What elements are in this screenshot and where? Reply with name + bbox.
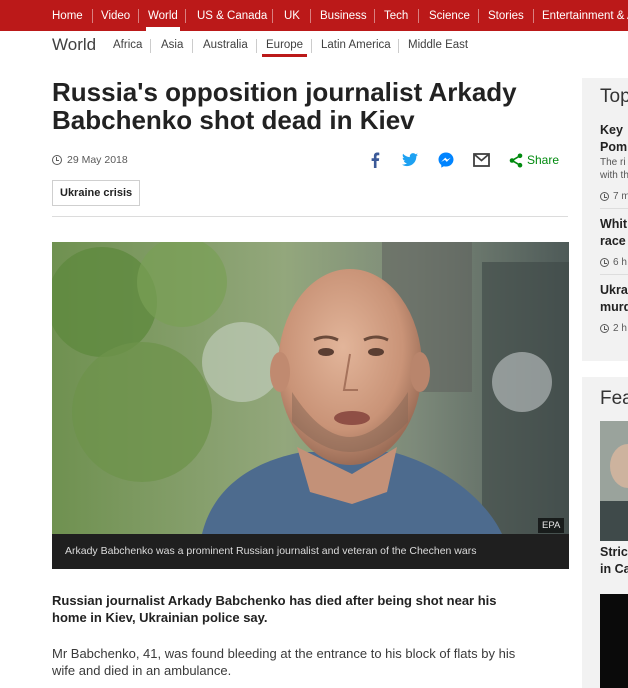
subnav-australia[interactable]: Australia — [203, 39, 248, 51]
top-stories-panel: Top Key Pom The ri with th 7 m Whit race… — [582, 78, 628, 361]
email-icon[interactable] — [472, 150, 490, 170]
feature-video-thumbnail[interactable] — [600, 594, 628, 688]
nav-divider — [185, 9, 186, 23]
article-intro: Russian journalist Arkady Babchenko has … — [52, 593, 497, 625]
section-title[interactable]: World — [52, 35, 96, 55]
story-time-text: 6 h — [613, 257, 627, 268]
features-title: Fea — [600, 388, 628, 409]
nav-divider — [92, 9, 93, 23]
features-panel: Fea Stric in Ca — [582, 377, 628, 688]
feature-headline[interactable]: in Ca — [600, 561, 628, 578]
nav-entertainment-arts[interactable]: Entertainment & Arts — [536, 0, 628, 31]
clock-icon — [600, 192, 609, 201]
story-headline[interactable]: Pom — [600, 139, 627, 156]
subnav-divider — [256, 39, 257, 53]
story-summary: with th — [600, 170, 628, 181]
nav-divider — [418, 9, 419, 23]
divider — [600, 274, 628, 275]
nav-divider — [138, 9, 139, 23]
story-headline[interactable]: Whit — [600, 216, 627, 233]
topic-tag[interactable]: Ukraine crisis — [52, 180, 141, 206]
story-summary: The ri — [600, 157, 626, 168]
story-headline[interactable]: race — [600, 233, 626, 250]
story-time: 2 h — [600, 323, 627, 334]
subnav-africa[interactable]: Africa — [113, 39, 142, 51]
image-credit: EPA — [538, 518, 565, 533]
facebook-icon[interactable] — [366, 150, 384, 170]
article-headline: Russia's opposition journalist Arkady Ba… — [52, 77, 517, 135]
nav-divider — [478, 9, 479, 23]
subnav-divider — [192, 39, 193, 53]
article-paragraph: Mr Babchenko, 41, was found bleeding at … — [52, 646, 516, 678]
subnav-divider — [311, 39, 312, 53]
twitter-icon[interactable] — [401, 150, 419, 170]
share-icon[interactable] — [507, 150, 525, 170]
clock-icon — [600, 258, 609, 267]
article-image — [52, 242, 569, 534]
subnav-latin-america[interactable]: Latin America — [321, 39, 391, 51]
nav-business[interactable]: Business — [314, 0, 373, 31]
story-time-text: 7 m — [613, 191, 628, 202]
clock-icon — [52, 155, 62, 165]
nav-divider — [374, 9, 375, 23]
share-button[interactable]: Share — [527, 153, 559, 167]
story-headline[interactable]: Ukra — [600, 282, 628, 299]
date-text: 29 May 2018 — [67, 154, 128, 166]
nav-us-canada[interactable]: US & Canada — [191, 0, 273, 31]
subnav-asia[interactable]: Asia — [161, 39, 183, 51]
story-headline[interactable]: murd — [600, 299, 628, 316]
section-navigation: World Africa Asia Australia Europe Latin… — [0, 31, 628, 61]
nav-uk[interactable]: UK — [278, 0, 306, 31]
feature-image[interactable] — [600, 421, 628, 541]
feature-headline[interactable]: Stric — [600, 544, 628, 561]
nav-divider — [310, 9, 311, 23]
nav-divider — [533, 9, 534, 23]
subnav-middle-east[interactable]: Middle East — [408, 39, 468, 51]
nav-video[interactable]: Video — [95, 0, 136, 31]
story-time: 6 h — [600, 257, 627, 268]
story-headline[interactable]: Key — [600, 122, 623, 139]
subnav-divider — [150, 39, 151, 53]
article-date: 29 May 2018 — [52, 153, 128, 167]
nav-stories[interactable]: Stories — [482, 0, 530, 31]
image-caption: Arkady Babchenko was a prominent Russian… — [52, 534, 569, 569]
clock-icon — [600, 324, 609, 333]
nav-science[interactable]: Science — [423, 0, 476, 31]
divider — [600, 208, 628, 209]
subnav-divider — [398, 39, 399, 53]
nav-divider — [272, 9, 273, 23]
subnav-europe[interactable]: Europe — [261, 39, 308, 57]
top-navigation: Home Video World US & Canada UK Business… — [0, 0, 628, 31]
story-time-text: 2 h — [613, 323, 627, 334]
nav-home[interactable]: Home — [46, 0, 89, 31]
top-stories-title: Top — [600, 86, 628, 107]
nav-world[interactable]: World — [142, 0, 184, 31]
nav-tech[interactable]: Tech — [378, 0, 414, 31]
messenger-icon[interactable] — [437, 150, 455, 170]
divider — [52, 216, 568, 217]
story-time: 7 m — [600, 191, 628, 202]
